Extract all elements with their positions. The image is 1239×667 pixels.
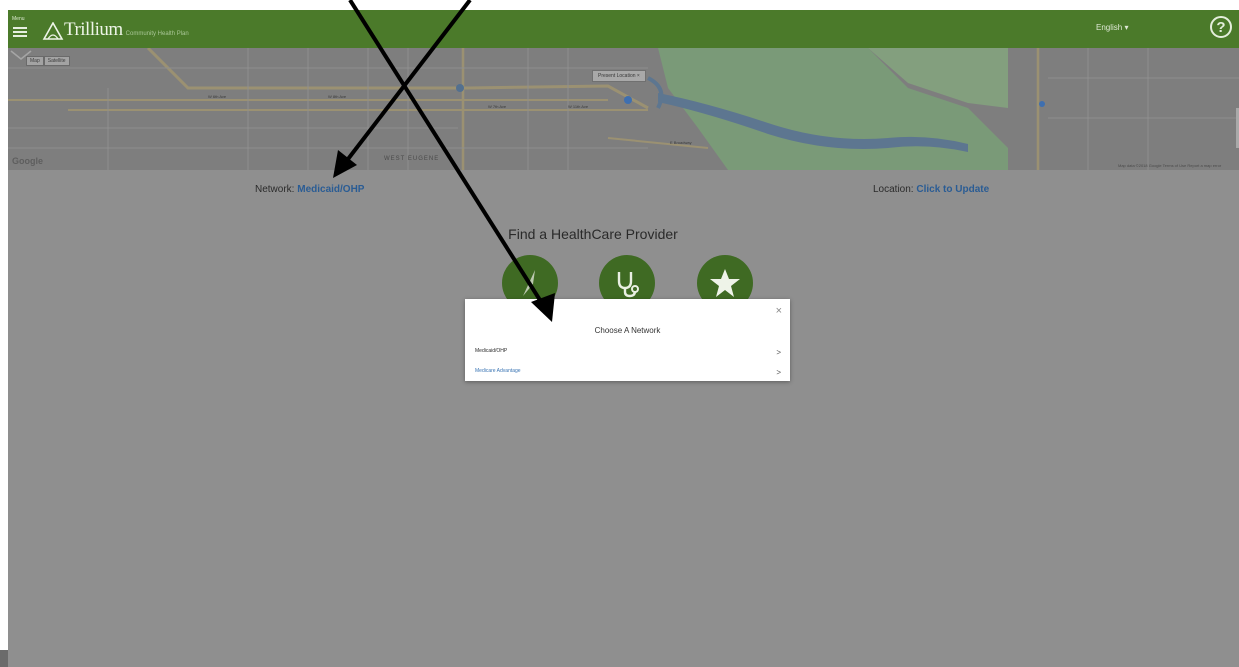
network-value-link[interactable]: Medicaid/OHP [297,184,364,195]
help-button[interactable]: ? [1210,16,1232,38]
present-location-label: Present Location [598,73,636,79]
chevron-right-icon: > [776,368,781,377]
present-location-tooltip[interactable]: Present Location × [592,70,646,82]
map-canvas: W 6th Ave W 8th Ave W 7th Ave W 11th Ave… [8,48,1239,170]
logo-subtext: Community Health Plan [125,31,189,37]
chevron-down-icon[interactable] [8,48,34,62]
present-location-close-icon[interactable]: × [637,73,640,79]
filter-row: Network: Medicaid/OHP Location: Click to… [8,180,1239,198]
location-selector: Location: Click to Update [873,184,989,195]
trillium-logo[interactable]: Trillium Community Health Plan [42,18,189,40]
google-logo: Google [12,156,43,166]
street-label: E Broadway [670,140,692,145]
hamburger-icon [13,27,27,39]
top-header: Menu Trillium Community Health Plan Engl… [8,10,1239,48]
street-label: W 7th Ave [488,104,507,109]
trillium-logo-mark-icon [42,22,64,40]
stethoscope-icon [617,272,639,298]
modal-title: Choose A Network [594,326,661,335]
star-icon [710,269,740,297]
street-label: W 11th Ave [568,104,589,109]
chevron-right-icon: > [776,348,781,357]
close-icon[interactable]: × [776,306,782,317]
location-update-link[interactable]: Click to Update [916,184,989,195]
lightning-icon [523,270,535,296]
window-edge [0,650,8,667]
street-label: W 6th Ave [208,94,227,99]
network-label: Network: [255,184,295,195]
network-option-label: Medicare Advantage [475,368,521,374]
app-frame: Menu Trillium Community Health Plan Engl… [8,10,1239,667]
district-label: WEST EUGENE [384,156,439,162]
network-option-label: Medicaid/OHP [475,348,508,354]
network-selector: Network: Medicaid/OHP [255,184,364,195]
menu-button[interactable]: Menu [12,16,38,42]
page-title: Find a HealthCare Provider [508,226,678,242]
network-option-medicaid[interactable]: Medicaid/OHP > [475,348,783,360]
help-icon: ? [1216,18,1226,36]
location-map[interactable]: W 6th Ave W 8th Ave W 7th Ave W 11th Ave… [8,48,1239,170]
choose-network-modal: × Choose A Network Medicaid/OHP > Medica… [465,299,790,381]
logo-text: Trillium [64,19,123,40]
location-label: Location: [873,184,914,195]
network-option-medicare[interactable]: Medicare Advantage > [475,368,783,380]
language-dropdown[interactable]: English ▾ [1096,23,1128,32]
menu-label: Menu [12,16,25,22]
tab-satellite[interactable]: Satellite [43,56,70,66]
map-terms[interactable]: Map data ©2018 Google Terms of Use Repor… [1118,163,1221,168]
street-label: W 8th Ave [328,94,347,99]
